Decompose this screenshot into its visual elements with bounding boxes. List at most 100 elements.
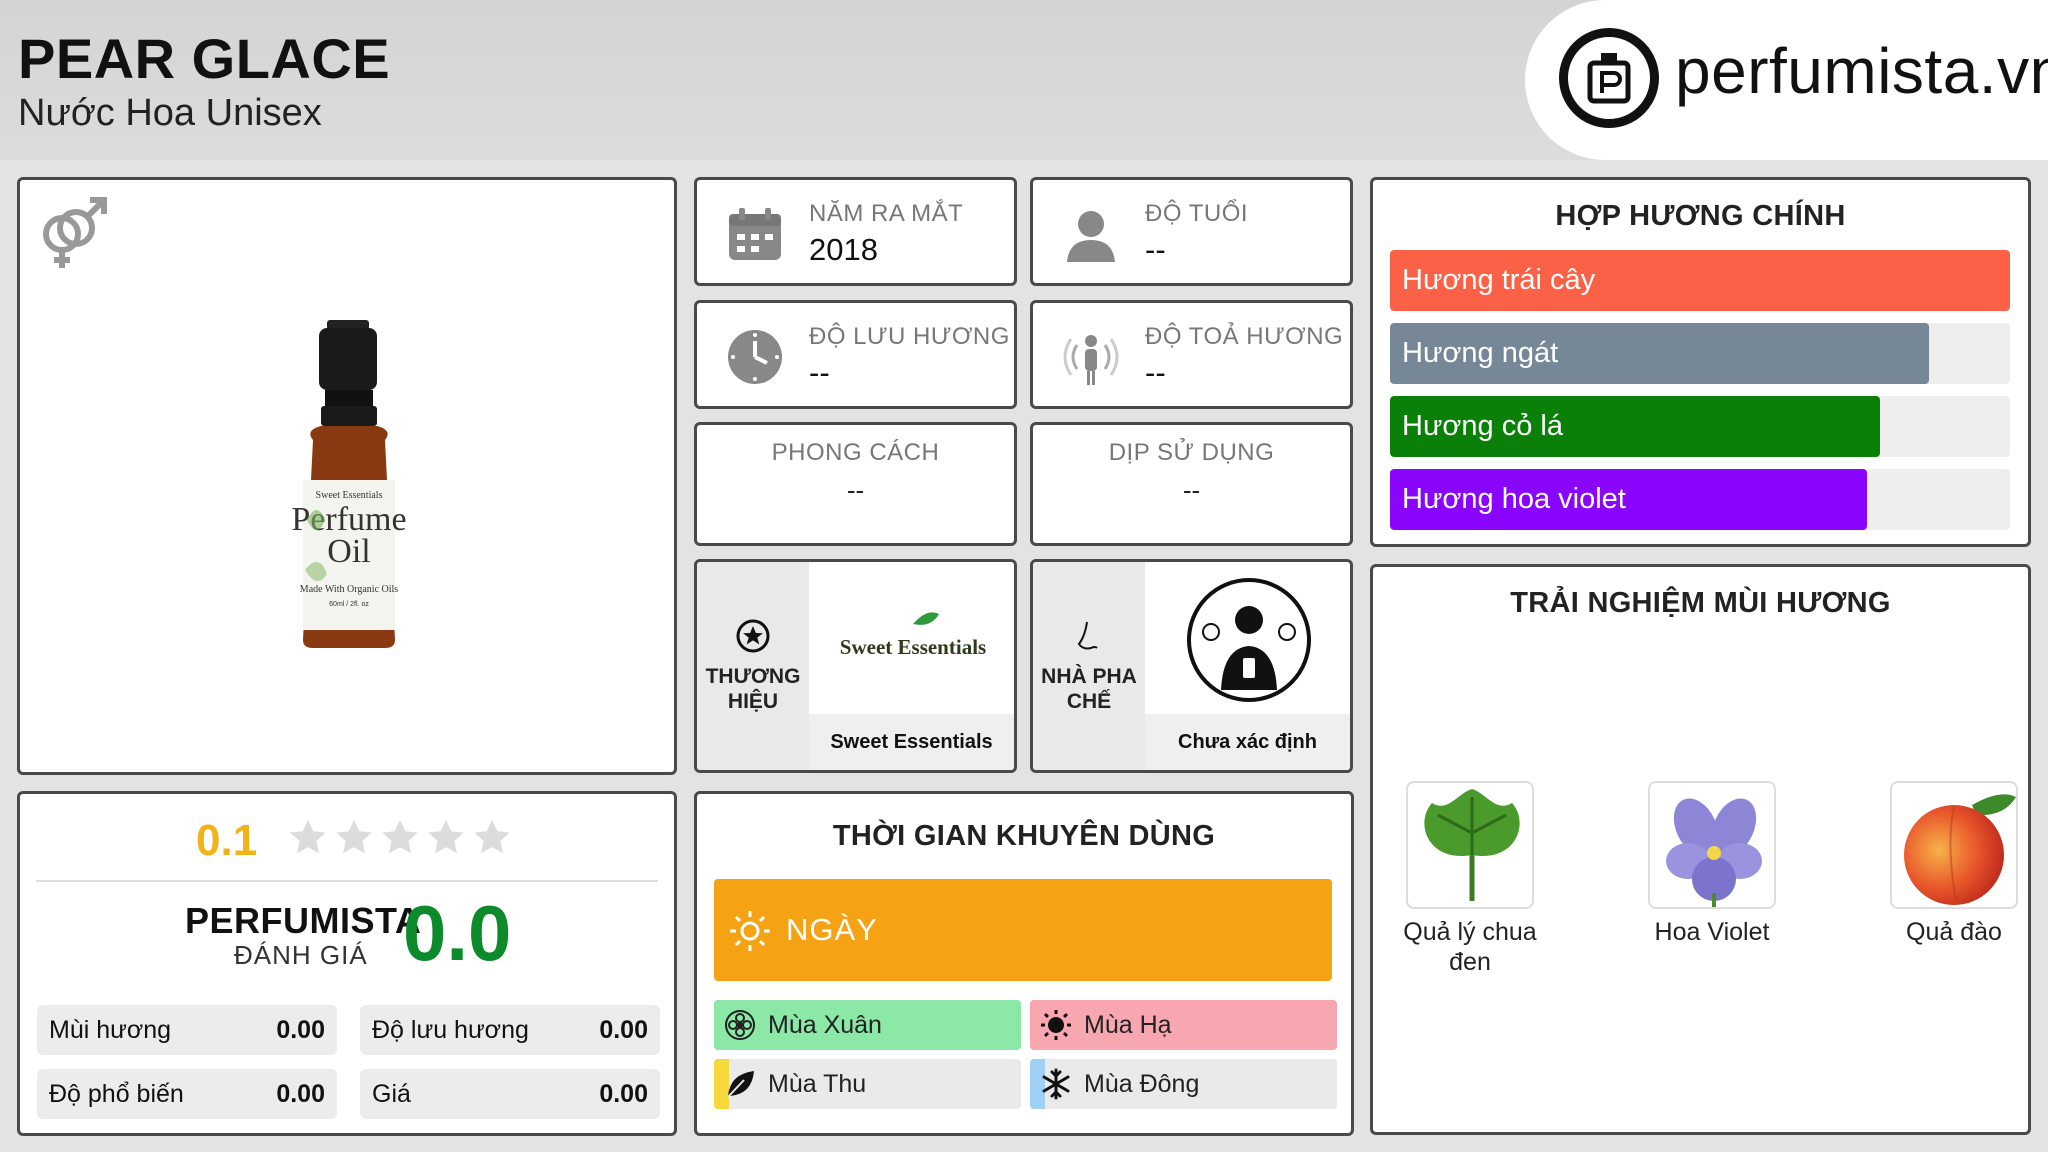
style-label: PHONG CÁCH xyxy=(771,439,940,466)
sillage-box: ĐỘ TOẢ HƯƠNG -- xyxy=(1030,300,1353,409)
sillage-label: ĐỘ TOẢ HƯƠNG xyxy=(1145,323,1344,350)
nose-icon xyxy=(1077,621,1098,650)
metric-value: 0.00 xyxy=(599,1080,648,1108)
rating-divider xyxy=(36,880,658,882)
bottle-size-text: 60ml / 2fl. oz xyxy=(329,601,369,608)
perfumista-logo-icon xyxy=(1559,28,1659,128)
release-year-box: NĂM RA MẮT 2018 xyxy=(694,177,1017,286)
metric-value: 0.00 xyxy=(599,1016,648,1044)
longevity-box: ĐỘ LƯU HƯƠNG -- xyxy=(694,300,1017,409)
perfumista-label: PERFUMISTA xyxy=(185,900,422,941)
note-violet[interactable]: Hoa Violet xyxy=(1642,781,1782,947)
brand-box[interactable]: THƯƠNG HIỆU Sweet Essentials Sweet Essen… xyxy=(694,559,1017,773)
star-icon[interactable] xyxy=(380,818,420,858)
metric-label: Giá xyxy=(372,1080,411,1108)
brand-label-strip: THƯƠNG HIỆU xyxy=(697,562,809,770)
season-spring: Mùa Xuân xyxy=(714,1000,1021,1050)
note-label: Quả lý chua đen xyxy=(1403,918,1537,976)
scent-experience-title: TRẢI NGHIỆM MÙI HƯƠNG xyxy=(1510,587,1891,619)
season-autumn: Mùa Thu xyxy=(714,1059,1021,1109)
accord-bar: Hương trái cây xyxy=(1390,250,2010,311)
sun-outline-icon xyxy=(730,911,770,951)
metric-label: Độ phổ biến xyxy=(49,1080,184,1108)
accord-label: Hương trái cây xyxy=(1402,264,1596,296)
release-year-label: NĂM RA MẮT xyxy=(809,200,964,227)
longevity-value: -- xyxy=(809,355,830,390)
metric-longevity: Độ lưu hương 0.00 xyxy=(360,1005,660,1055)
blackcurrant-leaf-image xyxy=(1406,781,1534,909)
perfumer-label-strip: NHÀ PHA CHẾ xyxy=(1033,562,1145,770)
style-box: PHONG CÁCH -- xyxy=(694,422,1017,546)
person-icon xyxy=(1067,211,1115,262)
star-icon[interactable] xyxy=(426,818,466,858)
community-rating-value: 0.1 xyxy=(196,816,258,865)
perfume-subtitle: Nước Hoa Unisex xyxy=(18,92,322,134)
star-icon[interactable] xyxy=(334,818,374,858)
day-label: NGÀY xyxy=(786,912,878,947)
accord-label: Hương cỏ lá xyxy=(1402,410,1563,442)
accord-label: Hương hoa violet xyxy=(1402,483,1626,515)
star-icon[interactable] xyxy=(288,818,328,858)
style-value: -- xyxy=(846,475,865,505)
rating-stars[interactable] xyxy=(288,818,512,858)
perfumer-box[interactable]: NHÀ PHA CHẾ Chưa xác định xyxy=(1030,559,1353,773)
brand-label: THƯƠNG HIỆU xyxy=(705,665,801,713)
star-icon[interactable] xyxy=(472,818,512,858)
occasion-box: DỊP SỬ DỤNG -- xyxy=(1030,422,1353,546)
bottle-line2-text: Oil xyxy=(327,533,370,570)
season-label: Mùa Xuân xyxy=(768,1011,882,1039)
age-value: -- xyxy=(1145,232,1166,267)
bottle-note-text: Made With Organic Oils xyxy=(300,584,398,595)
metric-label: Độ lưu hương xyxy=(372,1016,529,1044)
occasion-value: -- xyxy=(1182,475,1201,505)
age-box: ĐỘ TUỔI -- xyxy=(1030,177,1353,286)
season-label: Mùa Thu xyxy=(768,1070,867,1098)
accord-bar: Hương cỏ lá xyxy=(1390,396,2010,457)
sillage-value: -- xyxy=(1145,355,1166,390)
recommended-time-title: THỜI GIAN KHUYÊN DÙNG xyxy=(832,820,1216,852)
longevity-label: ĐỘ LƯU HƯƠNG xyxy=(809,323,1010,350)
note-label: Hoa Violet xyxy=(1654,918,1770,946)
perfume-title: PEAR GLACE xyxy=(18,27,391,90)
accord-bar: Hương ngát xyxy=(1390,323,2010,384)
perfumer-name: Chưa xác định xyxy=(1145,714,1350,770)
perfumista-score: 0.0 xyxy=(403,889,512,977)
season-summer: Mùa Hạ xyxy=(1030,1000,1337,1050)
metric-price: Giá 0.00 xyxy=(360,1069,660,1119)
season-label: Mùa Hạ xyxy=(1084,1011,1172,1039)
recommended-time-panel: THỜI GIAN KHUYÊN DÙNG NGÀY Mùa Xuân Mùa … xyxy=(694,791,1354,1136)
main-accords-panel: HỢP HƯƠNG CHÍNH Hương trái cây Hương ngát… xyxy=(1370,177,2031,547)
perfume-bottle-image: Sweet Essentials Perfume Oil Made With O… xyxy=(291,320,407,648)
flower-icon xyxy=(725,1010,755,1040)
main-accords-title: HỢP HƯƠNG CHÍNH xyxy=(1555,200,1846,232)
note-label: Quả đào xyxy=(1906,918,2002,946)
age-label: ĐỘ TUỔI xyxy=(1145,200,1249,227)
snowflake-icon xyxy=(1042,1068,1070,1100)
metric-value: 0.00 xyxy=(276,1016,325,1044)
perfumer-avatar xyxy=(1145,562,1350,714)
metric-label: Mùi hương xyxy=(49,1016,172,1044)
season-fill xyxy=(1030,1000,1337,1050)
calendar-icon xyxy=(729,208,781,260)
brand-name: Sweet Essentials xyxy=(809,714,1014,770)
note-peach[interactable]: Quả đào xyxy=(1884,781,2024,947)
release-year-value: 2018 xyxy=(809,232,878,267)
bottle-brand-text: Sweet Essentials xyxy=(316,490,383,501)
season-label: Mùa Đông xyxy=(1084,1070,1200,1098)
product-image-panel: Sweet Essentials Perfume Oil Made With O… xyxy=(17,177,677,775)
day-bar: NGÀY xyxy=(714,879,1332,981)
sun-icon xyxy=(1041,1010,1071,1040)
rating-panel: 0.1 PERFUMISTA ĐÁNH GIÁ 0.0 Mùi hương 0.… xyxy=(17,791,677,1136)
perfumista-sublabel: ĐÁNH GIÁ xyxy=(234,940,368,970)
season-winter: Mùa Đông xyxy=(1030,1059,1337,1109)
logo-text: perfumista.vn xyxy=(1675,35,2048,107)
perfumer-label: NHÀ PHA CHẾ xyxy=(1041,665,1137,713)
note-blackcurrant[interactable]: Quả lý chua đen xyxy=(1400,781,1540,977)
peach-image xyxy=(1890,781,2018,909)
site-logo[interactable]: perfumista.vn xyxy=(1525,0,2048,160)
clock-icon xyxy=(728,330,782,384)
unisex-gender-icon xyxy=(43,197,107,268)
metric-scent: Mùi hương 0.00 xyxy=(37,1005,337,1055)
accord-label: Hương ngát xyxy=(1402,337,1559,369)
page-header: PEAR GLACE Nước Hoa Unisex perfumista.vn xyxy=(0,0,2048,160)
